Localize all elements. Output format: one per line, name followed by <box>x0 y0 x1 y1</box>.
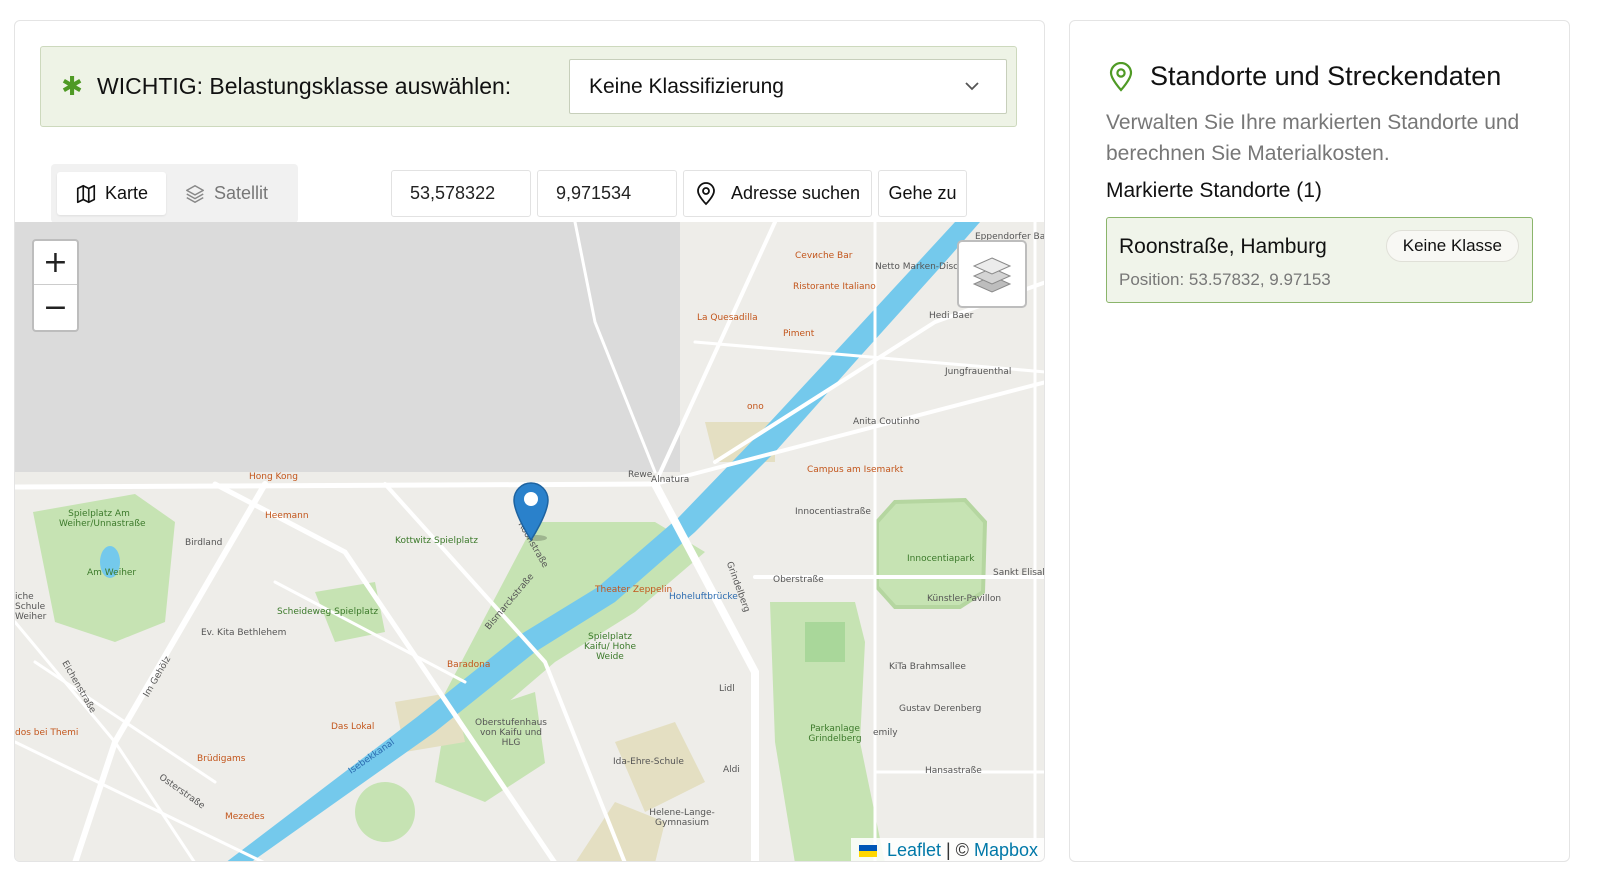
map-type-toggle: Karte Satellit <box>51 164 298 223</box>
poi-label: Anita Coutinho <box>853 417 920 427</box>
poi-label: Theater Zeppelin <box>595 585 673 595</box>
chevron-down-icon <box>965 82 979 91</box>
longitude-input[interactable] <box>537 170 677 217</box>
asterisk-icon: ✱ <box>61 71 83 101</box>
street-label: Oberstraße <box>773 575 824 585</box>
poi-label: Parkanlage Grindelberg <box>808 724 862 744</box>
poi-label: Piment <box>783 329 815 339</box>
poi-label: KiTa Brahmsallee <box>889 662 966 672</box>
attribution-separator: | © <box>946 840 969 860</box>
layers-icon <box>186 184 205 203</box>
poi-label: Cevиche Bar <box>795 251 853 261</box>
marked-locations-heading: Markierte Standorte (1) <box>1106 179 1322 202</box>
goto-button[interactable]: Gehe zu <box>878 170 967 217</box>
poi-label: Alnatura <box>651 475 690 485</box>
mapbox-link[interactable]: Mapbox <box>974 840 1038 861</box>
tab-satellit[interactable]: Satellit <box>166 172 286 215</box>
tab-karte-label: Karte <box>105 183 149 203</box>
tab-karte[interactable]: Karte <box>57 172 167 215</box>
poi-label: Baradona <box>447 660 491 670</box>
poi-label: Brüdigams <box>197 754 246 764</box>
layers-control-button[interactable] <box>957 240 1027 308</box>
poi-label: Sankt Elisabet <box>993 568 1044 578</box>
poi-label: Künstler-Pavillon <box>927 594 1002 604</box>
street-label: Hansastraße <box>925 766 982 776</box>
location-position: Position: 53.57832, 9.97153 <box>1119 270 1331 289</box>
ukraine-flag-icon <box>858 844 877 857</box>
poi-label: Gustav Derenberg <box>899 704 982 714</box>
poi-label: Campus am Isemarkt <box>807 465 904 475</box>
poi-label: Spielplatz Kaifu/ Hohe Weide <box>583 632 637 662</box>
map-icon <box>76 184 96 203</box>
poi-label: La Quesadilla <box>697 313 758 323</box>
street-label: Innocentiastraße <box>795 507 871 517</box>
poi-label: Helene-Lange-Gymnasium <box>649 808 715 828</box>
poi-label: Ev. Kita Bethlehem <box>201 628 287 638</box>
address-search-button[interactable]: Adresse suchen <box>683 170 872 217</box>
poi-label: iche Schule Weiher <box>15 592 47 622</box>
location-name: Roonstraße, Hamburg <box>1119 235 1327 258</box>
poi-label: Heemann <box>265 511 309 521</box>
location-pin-icon <box>1109 61 1133 92</box>
latitude-input[interactable] <box>391 170 531 217</box>
map-attribution: Leaflet | © Mapbox <box>850 838 1044 861</box>
poi-label: Hong Kong <box>249 472 298 482</box>
poi-label: Innocentiapark <box>907 554 975 564</box>
poi-label: dos bei Themi <box>15 728 79 738</box>
address-search-label: Adresse suchen <box>730 183 861 203</box>
zoom-in-button[interactable]: + <box>34 241 77 285</box>
location-class-badge: Keine Klasse <box>1385 230 1519 262</box>
tab-satellit-label: Satellit <box>214 183 269 203</box>
poi-label: Hedi Baer <box>929 311 974 321</box>
poi-label: ono <box>747 402 764 412</box>
poi-label: Scheideweg Spielplatz <box>277 607 379 617</box>
location-card[interactable]: Roonstraße, Hamburg Position: 53.57832, … <box>1106 217 1533 303</box>
panel-description: Verwalten Sie Ihre markierten Standorte … <box>1106 111 1520 165</box>
location-marker-icon[interactable] <box>511 480 551 542</box>
zoom-control: + − <box>32 239 79 332</box>
poi-label: Oberstufenhaus von Kaifu und HLG <box>475 718 547 748</box>
poi-label: Ristorante Italiano <box>793 282 876 292</box>
poi-label: Lidl <box>719 684 735 694</box>
poi-label: Mezedes <box>225 812 265 822</box>
panel-header: Standorte und Streckendaten <box>1106 61 1501 92</box>
map-card: ✱ WICHTIG: Belastungsklasse auswählen: K… <box>14 20 1045 862</box>
leaflet-link[interactable]: Leaflet <box>887 840 941 861</box>
poi-label: Aldi <box>723 765 740 775</box>
goto-label: Gehe zu <box>888 183 957 203</box>
poi-label: Birdland <box>185 538 223 548</box>
location-pin-icon <box>697 181 715 205</box>
poi-label: Spielplatz Am Weiher/Unnastraße <box>59 509 146 529</box>
street-label: Jungfrauenthal <box>945 367 1012 377</box>
layers-icon <box>972 257 1012 293</box>
panel-title: Standorte und Streckendaten <box>1150 61 1502 91</box>
poi-label: Hoheluftbrücke <box>669 592 738 602</box>
poi-label: Rewe <box>628 470 653 480</box>
map-view[interactable]: Cevиche Bar Netto Marken-Discount Ristor… <box>15 222 1044 861</box>
locations-panel: Standorte und Streckendaten Verwalten Si… <box>1069 20 1570 862</box>
poi-label: Ida-Ehre-Schule <box>613 757 684 767</box>
load-class-select-value: Keine Klassifizierung <box>589 74 784 98</box>
poi-label: Das Lokal <box>331 722 375 732</box>
load-class-select[interactable]: Keine Klassifizierung <box>569 59 1007 114</box>
poi-label: Am Weiher <box>87 568 137 578</box>
load-class-banner: ✱ WICHTIG: Belastungsklasse auswählen: K… <box>40 46 1017 127</box>
poi-label: emily <box>873 728 898 738</box>
zoom-out-button[interactable]: − <box>34 285 77 329</box>
poi-label: Kottwitz Spielplatz <box>395 536 478 546</box>
load-class-label: WICHTIG: Belastungsklasse auswählen: <box>97 73 512 99</box>
